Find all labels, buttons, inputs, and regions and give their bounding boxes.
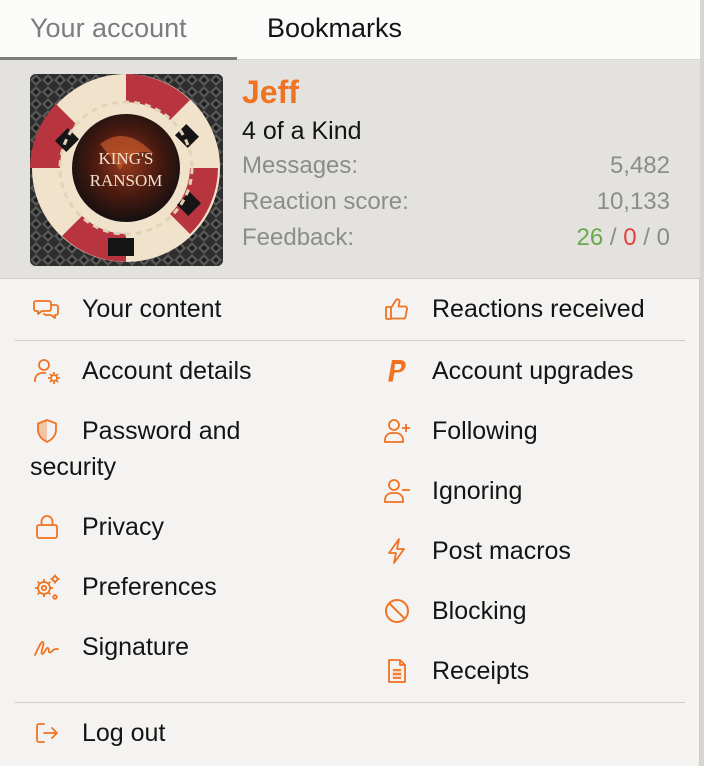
tab-bookmarks-label: Bookmarks — [267, 13, 403, 43]
account-header: KING'S RANSOM Jeff 4 of a Kind Messages:… — [0, 60, 700, 279]
user-plus-icon — [380, 414, 414, 448]
user-cog-icon — [30, 354, 64, 388]
menu-signature-label: Signature — [82, 633, 190, 661]
menu-password-label-line2: security — [30, 453, 117, 481]
lock-icon — [30, 510, 64, 544]
receipt-icon — [380, 654, 414, 688]
avatar-poker-chip-image: KING'S RANSOM — [30, 74, 223, 266]
divider — [15, 340, 685, 341]
tab-your-account[interactable]: Your account — [0, 0, 237, 60]
menu-account-upgrades-label: Account upgrades — [432, 357, 634, 385]
menu-reactions-received-label: Reactions received — [432, 295, 645, 323]
user-title: 4 of a Kind — [242, 117, 362, 145]
menu-password-label-line1: Password and — [82, 417, 241, 445]
username-link[interactable]: Jeff — [242, 74, 299, 111]
avatar-text-line1: KING'S — [98, 149, 153, 168]
user-minus-icon — [380, 474, 414, 508]
menu-ignoring-label: Ignoring — [432, 477, 523, 505]
menu-password-security[interactable]: Password and security — [30, 414, 330, 486]
stat-reaction-value: 10,133 — [596, 188, 670, 215]
account-popup: Your account Bookmarks KING'S RANSOM Jef… — [0, 0, 700, 766]
menu-preferences-label: Preferences — [82, 573, 217, 601]
tab-your-account-label: Your account — [30, 13, 187, 43]
cogs-icon — [30, 570, 64, 604]
feedback-neutral: 0 — [656, 224, 670, 251]
stat-reaction-label: Reaction score: — [242, 188, 409, 215]
menu-privacy-label: Privacy — [82, 513, 164, 541]
stat-feedback-value[interactable]: 26 / 0 / 0 — [577, 224, 670, 252]
menu-following-label: Following — [432, 417, 538, 445]
menu-log-out-label: Log out — [82, 719, 166, 747]
feedback-positive: 26 — [576, 224, 604, 251]
avatar[interactable]: KING'S RANSOM — [30, 74, 223, 266]
shield-icon — [30, 414, 64, 448]
comments-icon — [30, 292, 64, 326]
menu-your-content-label: Your content — [82, 295, 222, 323]
menu-receipts-label: Receipts — [432, 657, 530, 685]
thumbs-up-icon — [380, 292, 414, 326]
ban-icon — [380, 594, 414, 628]
stat-reaction-score: Reaction score: 10,133 — [242, 188, 670, 222]
feedback-negative: 0 — [623, 224, 637, 251]
tab-bar: Your account Bookmarks — [0, 0, 700, 60]
avatar-text-line2: RANSOM — [90, 171, 163, 190]
paypal-icon — [380, 354, 414, 388]
bolt-icon — [380, 534, 414, 568]
stat-feedback-label: Feedback: — [242, 224, 355, 251]
stat-feedback: Feedback: 26 / 0 / 0 — [242, 224, 670, 258]
feedback-separator: / — [643, 224, 650, 251]
tab-bookmarks[interactable]: Bookmarks — [237, 0, 402, 60]
feedback-separator: / — [609, 224, 617, 251]
menu-account-details-label: Account details — [82, 357, 252, 385]
sign-out-icon — [30, 716, 64, 750]
signature-icon — [30, 630, 64, 664]
menu-post-macros-label: Post macros — [432, 537, 571, 565]
stat-messages-value: 5,482 — [609, 152, 670, 179]
stat-messages-label: Messages: — [242, 152, 359, 179]
stat-messages: Messages: 5,482 — [242, 152, 670, 186]
menu-blocking-label: Blocking — [432, 597, 527, 625]
divider — [15, 702, 685, 703]
